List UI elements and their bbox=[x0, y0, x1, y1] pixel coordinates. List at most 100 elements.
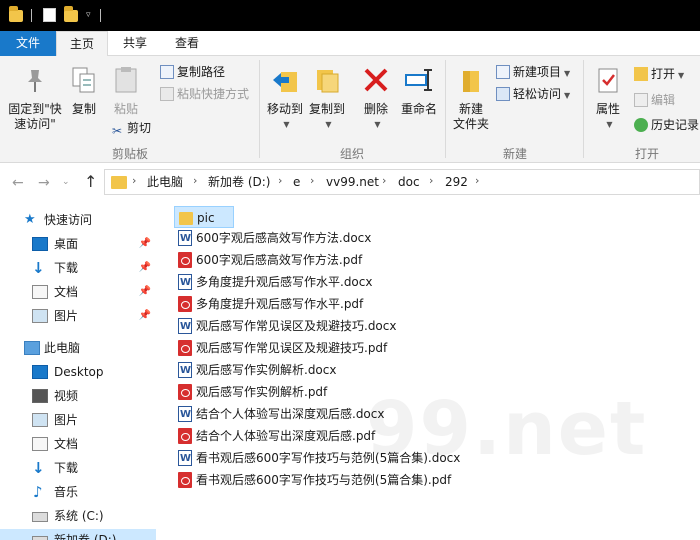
toolbar-divider bbox=[31, 9, 32, 22]
new-folder-button[interactable]: 新建 文件夹 bbox=[449, 66, 493, 132]
breadcrumb-chevron-icon[interactable]: › bbox=[429, 174, 433, 187]
nav-label: 文档 bbox=[54, 437, 79, 451]
new-folder-icon[interactable] bbox=[64, 6, 78, 22]
rename-button[interactable]: 重命名 bbox=[397, 66, 441, 117]
file-name: 观后感写作常见误区及规避技巧.pdf bbox=[196, 341, 388, 355]
nav-pc-documents[interactable]: 文档 bbox=[0, 433, 156, 455]
file-name: 看书观后感600字写作技巧与范例(5篇合集).docx bbox=[196, 451, 461, 465]
drive-icon bbox=[32, 536, 48, 540]
breadcrumb-chevron-icon[interactable]: › bbox=[132, 174, 136, 187]
delete-button[interactable]: 删除 ▼ bbox=[356, 66, 396, 132]
breadcrumb-chevron-icon[interactable]: › bbox=[475, 174, 479, 187]
history-label: 历史记录 bbox=[651, 118, 700, 132]
word-document-icon bbox=[178, 360, 192, 382]
copy-path-button[interactable]: 复制路径 bbox=[160, 63, 225, 81]
file-name: 结合个人体验写出深度观后感.pdf bbox=[196, 429, 376, 443]
pin-icon[interactable]: 📌 bbox=[139, 305, 151, 327]
breadcrumb-this-pc[interactable]: 此电脑 bbox=[147, 175, 183, 189]
nav-pc-pictures[interactable]: 图片 bbox=[0, 409, 156, 431]
pin-icon bbox=[28, 70, 42, 92]
paste-shortcut-icon bbox=[160, 87, 174, 101]
breadcrumb-doc[interactable]: doc bbox=[398, 175, 420, 189]
properties-check-icon[interactable] bbox=[43, 8, 56, 22]
breadcrumb-chevron-icon[interactable]: › bbox=[310, 174, 314, 187]
computer-icon bbox=[24, 341, 40, 355]
new-item-icon bbox=[496, 65, 510, 79]
file-name: 观后感写作实例解析.pdf bbox=[196, 385, 328, 399]
address-bar[interactable]: › 此电脑 › 新加卷 (D:) › e › vv99.net › doc › … bbox=[104, 169, 700, 195]
video-icon bbox=[32, 389, 48, 403]
nav-downloads[interactable]: ↓ 下载 📌 bbox=[0, 257, 156, 279]
nav-this-pc[interactable]: 此电脑 bbox=[0, 337, 156, 359]
open-button[interactable]: 打开 ▼ bbox=[634, 65, 684, 83]
pin-to-quick-access-button[interactable]: 固定到"快 速访问" bbox=[4, 66, 66, 132]
edit-button[interactable]: 编辑 bbox=[634, 91, 675, 109]
word-document-icon bbox=[178, 448, 192, 470]
breadcrumb-chevron-icon[interactable]: › bbox=[193, 174, 197, 187]
file-name: pic bbox=[197, 211, 215, 225]
paste-shortcut-label: 粘贴快捷方式 bbox=[177, 87, 250, 101]
cut-button[interactable]: ✂ 剪切 bbox=[110, 119, 151, 138]
nav-pc-downloads[interactable]: ↓ 下载 bbox=[0, 457, 156, 479]
easy-access-button[interactable]: 轻松访问 ▼ bbox=[496, 85, 570, 103]
nav-drive-c[interactable]: 系统 (C:) bbox=[0, 505, 156, 527]
history-button[interactable]: 历史记录 bbox=[634, 116, 699, 134]
copy-button[interactable]: 复制 bbox=[66, 66, 102, 117]
copy-label: 复制 bbox=[71, 102, 96, 116]
open-folder-icon bbox=[634, 67, 648, 81]
nav-pictures[interactable]: 图片 📌 bbox=[0, 305, 156, 327]
tab-home[interactable]: 主页 bbox=[56, 31, 108, 57]
tab-view[interactable]: 查看 bbox=[164, 31, 210, 56]
back-arrow-icon[interactable]: ← bbox=[12, 175, 24, 191]
move-to-button[interactable]: 移动到 ▼ bbox=[263, 66, 307, 132]
pin-icon[interactable]: 📌 bbox=[139, 233, 151, 255]
new-folder-icon bbox=[463, 71, 479, 92]
paste-shortcut-button[interactable]: 粘贴快捷方式 bbox=[160, 85, 249, 103]
paste-button[interactable]: 粘贴 bbox=[106, 66, 146, 117]
forward-arrow-icon[interactable]: → bbox=[38, 175, 50, 191]
breadcrumb-292[interactable]: 292 bbox=[445, 175, 468, 189]
new-item-label: 新建项目 bbox=[513, 65, 562, 79]
nav-drive-d[interactable]: 新加卷 (D:) bbox=[0, 529, 156, 540]
breadcrumb-chevron-icon[interactable]: › bbox=[382, 174, 386, 187]
recent-locations-chevron-icon[interactable]: ⌄ bbox=[62, 177, 70, 187]
tab-share[interactable]: 共享 bbox=[112, 31, 158, 56]
system-drive-icon bbox=[32, 512, 48, 522]
tab-file[interactable]: 文件 bbox=[0, 31, 56, 56]
breadcrumb-chevron-icon[interactable]: › bbox=[278, 174, 282, 187]
new-item-button[interactable]: 新建项目 ▼ bbox=[496, 63, 570, 81]
nav-documents[interactable]: 文档 📌 bbox=[0, 281, 156, 303]
properties-button[interactable]: 属性 ▼ bbox=[588, 66, 628, 132]
customize-quick-access-icon[interactable]: ▿ bbox=[86, 10, 91, 20]
file-list: 99.net pic 600字观后感高效写作方法.docx 600字观后感高效写… bbox=[156, 201, 700, 540]
pdf-icon bbox=[178, 340, 192, 356]
pin-icon[interactable]: 📌 bbox=[139, 257, 151, 279]
nav-music[interactable]: ♪ 音乐 bbox=[0, 481, 156, 503]
chevron-down-icon: ▼ bbox=[606, 120, 613, 129]
group-divider bbox=[445, 60, 446, 158]
nav-videos[interactable]: 视频 bbox=[0, 385, 156, 407]
nav-quick-access[interactable]: ★ 快速访问 bbox=[0, 209, 156, 231]
pin-icon[interactable]: 📌 bbox=[139, 281, 151, 303]
chevron-down-icon: ▼ bbox=[283, 120, 290, 129]
list-item[interactable]: pic bbox=[174, 206, 234, 228]
nav-desktop[interactable]: 桌面 📌 bbox=[0, 233, 156, 255]
easy-access-icon bbox=[496, 87, 510, 101]
navigation-pane: ★ 快速访问 桌面 📌 ↓ 下载 📌 文档 📌 图片 📌 此电脑 Desktop… bbox=[0, 201, 156, 540]
breadcrumb-e[interactable]: e bbox=[293, 175, 300, 189]
pictures-icon bbox=[32, 309, 48, 323]
nav-label: 图片 bbox=[54, 309, 79, 323]
up-arrow-icon[interactable]: ↑ bbox=[84, 172, 97, 191]
breadcrumb-drive-d[interactable]: 新加卷 (D:) bbox=[208, 175, 270, 189]
nav-label: 文档 bbox=[54, 285, 79, 299]
copy-to-button[interactable]: 复制到 ▼ bbox=[305, 66, 349, 132]
download-arrow-icon: ↓ bbox=[32, 259, 45, 277]
scissors-icon: ✂ bbox=[111, 124, 123, 138]
pdf-icon bbox=[178, 428, 192, 444]
folder-icon[interactable] bbox=[9, 6, 23, 22]
breadcrumb-vv99[interactable]: vv99.net bbox=[326, 175, 379, 189]
copy-to-label: 复制到 bbox=[308, 102, 345, 116]
music-note-icon: ♪ bbox=[33, 483, 43, 501]
nav-pc-desktop[interactable]: Desktop bbox=[0, 361, 156, 383]
edit-icon bbox=[634, 93, 648, 107]
